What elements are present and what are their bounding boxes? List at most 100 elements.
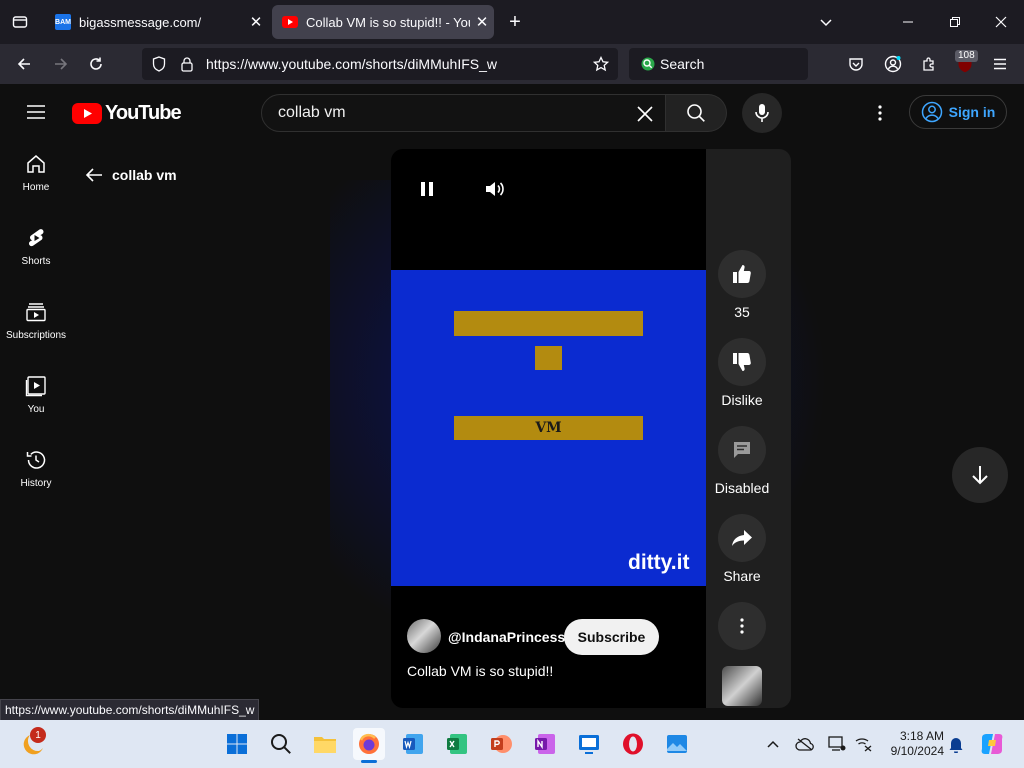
network-icon[interactable] — [852, 734, 874, 754]
file-explorer-button[interactable] — [309, 728, 341, 760]
video-vm-bar: VM — [454, 416, 643, 440]
close-tab-icon[interactable]: ✕ — [244, 13, 268, 31]
sidebar-item-you[interactable]: You — [0, 358, 72, 432]
sign-in-label: Sign in — [948, 104, 996, 120]
microphone-icon — [755, 104, 769, 122]
chevron-down-icon[interactable] — [814, 10, 838, 34]
clock-time: 3:18 AM — [899, 729, 944, 743]
powerpoint-icon — [491, 735, 512, 753]
like-count: 35 — [734, 304, 750, 320]
extensions-icon[interactable] — [917, 52, 941, 76]
youtube-logo[interactable]: YouTube — [72, 101, 182, 125]
onenote-taskbar-button[interactable] — [529, 728, 561, 760]
you-icon — [25, 376, 46, 397]
volume-icon[interactable] — [483, 177, 507, 201]
url-bar[interactable]: https://www.youtube.com/shorts/diMMuhIFS… — [142, 48, 618, 80]
youtube-search-button[interactable] — [666, 94, 727, 132]
subscribe-button[interactable]: Subscribe — [564, 619, 659, 655]
search-query[interactable]: collab vm — [278, 104, 346, 122]
sidebar-item-history[interactable]: History — [0, 432, 72, 506]
sidebar-item-home[interactable]: Home — [0, 136, 72, 210]
tab-title: bigassmessage.com/ — [79, 14, 202, 30]
taskbar-search-button[interactable] — [265, 728, 297, 760]
pause-icon[interactable] — [419, 177, 435, 201]
remote-desktop-icon — [579, 735, 599, 754]
youtube-menu-icon[interactable] — [24, 100, 48, 124]
dislike-button[interactable] — [718, 338, 766, 386]
comments-label: Disabled — [714, 480, 770, 496]
new-tab-icon[interactable]: + — [503, 10, 527, 34]
copilot-icon[interactable] — [978, 731, 1006, 757]
minimize-icon[interactable] — [896, 10, 920, 34]
hamburger-menu-icon[interactable] — [988, 52, 1012, 76]
dislike-label: Dislike — [721, 392, 763, 408]
powerpoint-taskbar-button[interactable] — [485, 728, 517, 760]
video-bar-top — [454, 311, 643, 336]
notification-bell-icon[interactable] — [946, 734, 966, 754]
account-icon[interactable] — [881, 52, 905, 76]
browser-search-field[interactable]: Search — [629, 48, 808, 80]
tab-list-icon[interactable] — [8, 10, 32, 34]
remote-desktop-taskbar-button[interactable] — [573, 728, 605, 760]
excel-icon — [447, 734, 467, 754]
url-text[interactable]: https://www.youtube.com/shorts/diMMuhIFS… — [206, 56, 497, 72]
sidebar-item-label: History — [20, 478, 52, 489]
comments-button[interactable] — [718, 426, 766, 474]
channel-avatar[interactable] — [407, 619, 441, 653]
bookmark-star-icon[interactable] — [592, 55, 610, 73]
close-window-icon[interactable] — [989, 10, 1013, 34]
sidebar-item-label: You — [27, 404, 45, 415]
comment-icon — [734, 442, 750, 458]
excel-taskbar-button[interactable] — [441, 728, 473, 760]
lock-icon[interactable] — [178, 55, 196, 73]
opera-taskbar-button[interactable] — [617, 728, 649, 760]
clock[interactable]: 3:18 AM 9/10/2024 — [880, 729, 944, 759]
notification-count-badge: 1 — [30, 727, 46, 743]
shield-icon[interactable] — [150, 55, 168, 73]
more-options-icon[interactable] — [868, 101, 892, 125]
restore-icon[interactable] — [943, 10, 967, 34]
back-arrow-icon — [85, 168, 102, 182]
share-button[interactable] — [718, 514, 766, 562]
more-vertical-icon — [740, 618, 744, 634]
youtube-logo-text: YouTube — [105, 101, 182, 124]
short-title[interactable]: Collab VM is so stupid!! — [407, 663, 553, 679]
youtube-search-input[interactable]: collab vm — [261, 94, 666, 132]
pocket-icon[interactable] — [844, 52, 868, 76]
video-frame[interactable]: VM ditty.it — [391, 270, 706, 586]
sidebar-item-shorts[interactable]: Shorts — [0, 210, 72, 284]
app-taskbar-button[interactable] — [661, 728, 693, 760]
clock-date: 9/10/2024 — [890, 744, 944, 758]
clear-search-icon[interactable] — [634, 103, 656, 125]
firefox-taskbar-button[interactable] — [353, 728, 385, 760]
extension-badge: 108 — [955, 50, 978, 62]
thumbs-down-icon — [733, 353, 751, 371]
more-actions-button[interactable] — [718, 602, 766, 650]
next-short-button[interactable] — [952, 447, 1008, 503]
sound-thumbnail[interactable] — [722, 666, 762, 706]
like-button[interactable] — [718, 250, 766, 298]
shorts-player[interactable]: VM ditty.it @IndanaPrincess Subscribe Co… — [391, 149, 706, 708]
tab-youtube[interactable]: Collab VM is so stupid!! - YouTube ✕ — [272, 5, 494, 39]
onenote-icon — [535, 734, 555, 754]
display-icon[interactable] — [826, 734, 848, 754]
channel-name[interactable]: @IndanaPrincess — [448, 629, 565, 645]
search-placeholder: Search — [660, 56, 705, 72]
tab-bigassmessage[interactable]: BAM bigassmessage.com/ ✕ — [45, 5, 268, 39]
start-button[interactable] — [221, 728, 253, 760]
back-to-search-link[interactable]: collab vm — [84, 164, 177, 186]
sign-in-button[interactable]: Sign in — [909, 95, 1007, 129]
ditty-watermark: ditty.it — [628, 551, 690, 574]
subscriptions-icon — [26, 303, 46, 322]
shorts-icon — [29, 229, 44, 247]
voice-search-button[interactable] — [742, 93, 782, 133]
onedrive-icon[interactable] — [794, 734, 816, 754]
back-arrow-icon[interactable] — [12, 52, 36, 76]
search-icon — [271, 734, 291, 754]
reload-icon[interactable] — [84, 52, 108, 76]
forward-arrow-icon[interactable] — [49, 52, 73, 76]
word-taskbar-button[interactable] — [397, 728, 429, 760]
sidebar-item-subscriptions[interactable]: Subscriptions — [0, 284, 72, 358]
chevron-up-icon[interactable] — [764, 734, 782, 754]
close-tab-icon[interactable]: ✕ — [470, 13, 494, 31]
